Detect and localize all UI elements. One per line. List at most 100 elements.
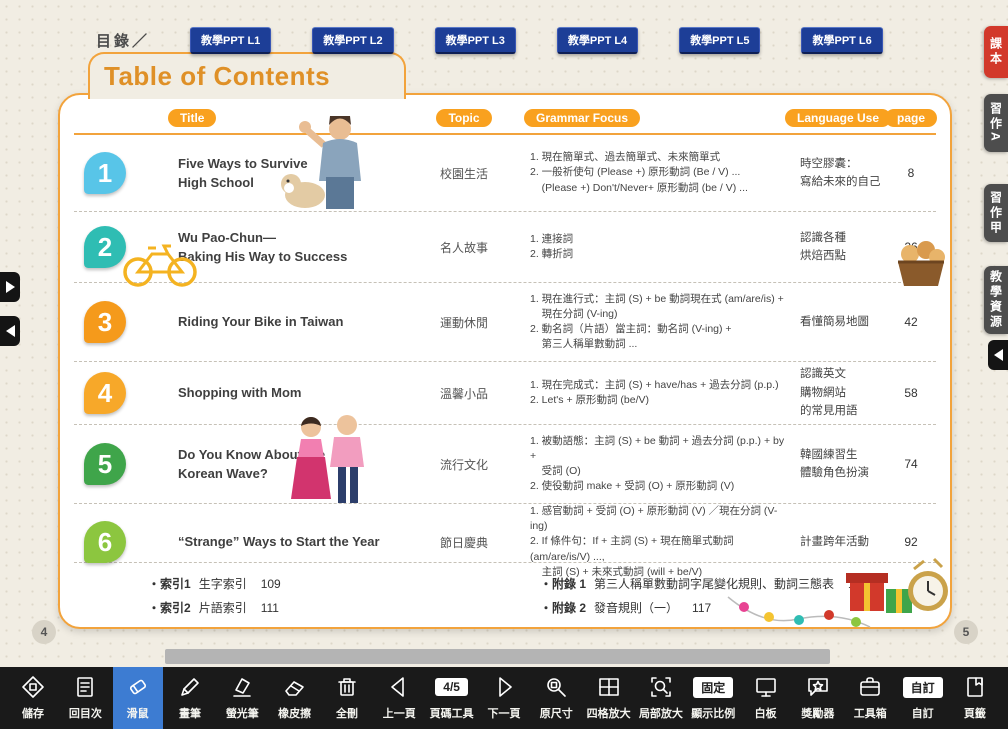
tool-label: 滑鼠 (127, 705, 149, 721)
ppt-button-l5[interactable]: 教學PPT L5 (679, 27, 760, 54)
appendix-label: ・附錄 2 (540, 601, 586, 615)
tool-eraser[interactable]: 橡皮擦 (270, 667, 320, 729)
column-header-title: Title (168, 109, 216, 127)
index-text: 片語索引 (199, 601, 247, 615)
tool-highlighter[interactable]: 螢光筆 (217, 667, 267, 729)
toc-row-unit3: 3 Riding Your Bike in Taiwan 運動休閒 1. 現在進… (74, 283, 936, 362)
tool-label: 頁碼工具 (430, 705, 474, 721)
tool-delete-all[interactable]: 全刪 (322, 667, 372, 729)
unit-page-number: 42 (890, 315, 932, 329)
page-number-box[interactable]: 4/5 (435, 672, 468, 702)
zoom-original-icon (544, 672, 568, 702)
tool-label: 畫筆 (179, 705, 201, 721)
index-label: ・索引1 (148, 577, 191, 591)
tool-label: 儲存 (22, 705, 44, 721)
tool-original-size[interactable]: 原尺寸 (531, 667, 581, 729)
unit-topic: 校園生活 (418, 165, 510, 182)
unit-topic: 流行文化 (418, 456, 510, 473)
ratio-box[interactable]: 固定 (693, 672, 733, 702)
unit-grammar: 1. 現在完成式：主詞 (S) + have/has + 過去分詞 (p.p.)… (510, 378, 786, 408)
tool-custom[interactable]: 自訂 自訂 (898, 667, 948, 729)
tool-toolbox[interactable]: 工具箱 (845, 667, 895, 729)
page-title-en: Table of Contents (104, 61, 330, 92)
tool-page-tab[interactable]: 頁籤 (950, 667, 1000, 729)
collapse-right-button[interactable] (988, 340, 1008, 370)
reward-icon (806, 672, 830, 702)
unit-language-use: 時空膠囊： 寫給未來的自己 (786, 155, 890, 192)
tool-area-zoom[interactable]: 局部放大 (636, 667, 686, 729)
ppt-button-l4[interactable]: 教學PPT L4 (557, 27, 638, 54)
unit-title: Wu Pao-Chun— Baking His Way to Success (134, 228, 418, 267)
tool-page-number[interactable]: 4/5 頁碼工具 (427, 667, 477, 729)
unit-page-number: 74 (890, 457, 932, 471)
unit-number-badge: 3 (84, 301, 126, 343)
top-ppt-buttons: 教學PPT L1 教學PPT L2 教學PPT L3 教學PPT L4 教學PP… (190, 27, 883, 54)
tool-label: 白板 (755, 705, 777, 721)
tool-four-grid-zoom[interactable]: 四格放大 (584, 667, 634, 729)
horizontal-scrollbar[interactable] (165, 649, 830, 664)
tool-label: 橡皮擦 (278, 705, 311, 721)
four-grid-zoom-icon (597, 672, 621, 702)
toc-row-unit1: 1 Five Ways to Survive High School 校園生活 … (74, 135, 936, 212)
toolbox-icon (858, 672, 882, 702)
mouse-icon (126, 672, 150, 702)
tool-label: 顯示比例 (691, 705, 735, 721)
toc-row-unit4: 4 Shopping with Mom 溫馨小品 1. 現在完成式：主詞 (S)… (74, 362, 936, 425)
custom-box[interactable]: 自訂 (903, 672, 943, 702)
column-header-grammar: Grammar Focus (524, 109, 640, 127)
unit-number-badge: 1 (84, 152, 126, 194)
tool-prev-page[interactable]: 上一頁 (374, 667, 424, 729)
tool-label: 局部放大 (639, 705, 683, 721)
toc-icon (73, 672, 97, 702)
tool-pen[interactable]: 畫筆 (165, 667, 215, 729)
unit-topic: 溫馨小品 (418, 385, 510, 402)
unit-page-number: 8 (890, 166, 932, 180)
custom-value: 自訂 (903, 677, 943, 698)
unit-page-number: 92 (890, 535, 932, 549)
tool-save[interactable]: 儲存 (8, 667, 58, 729)
bottom-toolbar: 儲存 回目次 滑鼠 畫筆 螢光筆 (0, 667, 1008, 729)
prev-spread-button[interactable] (0, 316, 20, 346)
tool-label: 全刪 (336, 705, 358, 721)
unit-grammar: 1. 被動語態：主詞 (S) + be 動詞 + 過去分詞 (p.p.) + b… (510, 434, 786, 495)
appendix-page: 112 (848, 577, 867, 591)
next-page-icon (492, 672, 516, 702)
page-title-zh: 目錄／ (96, 30, 150, 51)
chevron-right-icon (6, 281, 15, 293)
tab-textbook[interactable]: 課本 (984, 26, 1008, 78)
unit-title: Do You Know About the Korean Wave? (134, 445, 418, 484)
tool-label: 下一頁 (487, 705, 520, 721)
book-page: Title Topic Grammar Focus Language Use p… (58, 93, 952, 629)
tool-next-page[interactable]: 下一頁 (479, 667, 529, 729)
tab-teaching-resources[interactable]: 教學資源 (984, 266, 1008, 334)
prev-page-icon (387, 672, 411, 702)
tool-reward[interactable]: 獎勵器 (793, 667, 843, 729)
unit-title: Riding Your Bike in Taiwan (134, 312, 418, 332)
index-page: 109 (261, 577, 281, 591)
tool-whiteboard[interactable]: 白板 (741, 667, 791, 729)
tool-label: 原尺寸 (540, 705, 573, 721)
unit-page-number: 26 (890, 240, 932, 254)
page-number-right: 5 (954, 620, 978, 644)
eraser-icon (283, 672, 307, 702)
tool-display-ratio[interactable]: 固定 顯示比例 (688, 667, 738, 729)
pen-icon (178, 672, 202, 702)
tab-workbook-a[interactable]: 習作A (984, 94, 1008, 152)
ppt-button-l3[interactable]: 教學PPT L3 (435, 27, 516, 54)
unit-page-number: 58 (890, 386, 932, 400)
highlighter-icon (230, 672, 254, 702)
expand-left-button[interactable] (0, 272, 20, 302)
ppt-button-l1[interactable]: 教學PPT L1 (190, 27, 271, 54)
ppt-button-l6[interactable]: 教學PPT L6 (801, 27, 882, 54)
title-tab: Table of Contents (88, 52, 406, 99)
tab-workbook-jia[interactable]: 習作甲 (984, 184, 1008, 242)
tool-label: 獎勵器 (801, 705, 834, 721)
tool-label: 上一頁 (383, 705, 416, 721)
toc-row-unit5: 5 Do You Know About the Korean Wave? 流行文… (74, 425, 936, 504)
unit-topic: 節日慶典 (418, 534, 510, 551)
toc-row-unit6: 6 “Strange” Ways to Start the Year 節日慶典 … (74, 504, 936, 563)
tool-back-to-toc[interactable]: 回目次 (60, 667, 110, 729)
ppt-button-l2[interactable]: 教學PPT L2 (312, 27, 393, 54)
tool-mouse[interactable]: 滑鼠 (113, 667, 163, 729)
unit-language-use: 看懂簡易地圖 (786, 313, 890, 331)
